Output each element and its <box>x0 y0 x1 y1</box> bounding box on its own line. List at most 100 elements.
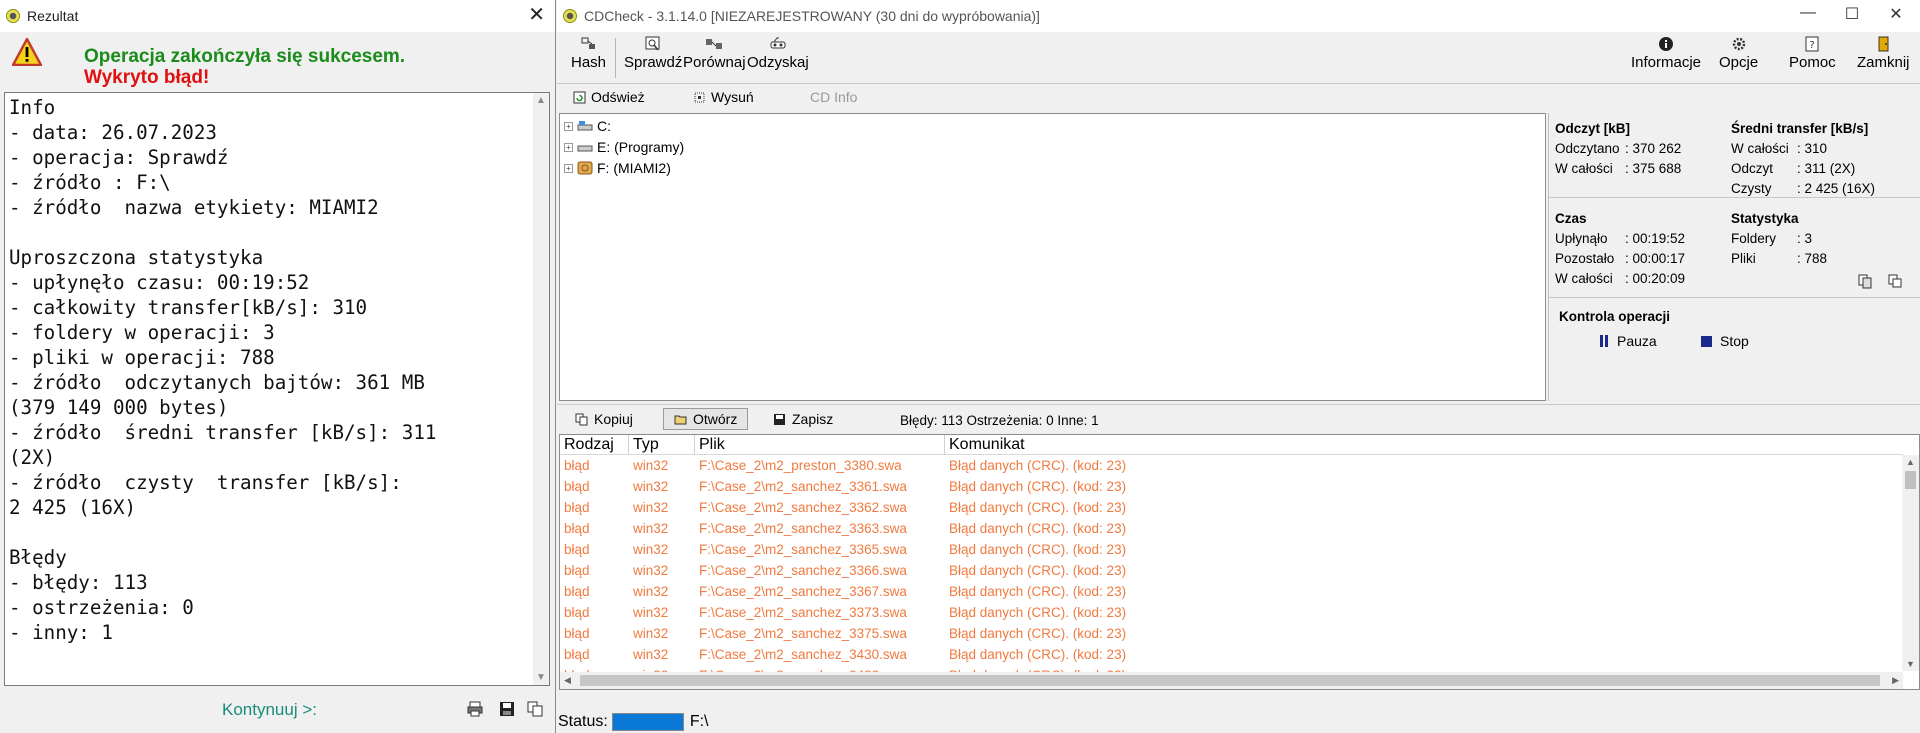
check-button[interactable]: Sprawdź <box>624 36 682 71</box>
cd-drive-icon <box>577 161 593 175</box>
table-row[interactable]: błąd win32 F:\Case_2\m2_sanchez_3365.swa Bł… <box>560 539 1903 560</box>
save-icon[interactable] <box>498 700 516 718</box>
report-scrollbar[interactable]: ▲ ▼ <box>533 93 549 685</box>
exit-door-icon <box>1878 36 1889 52</box>
scroll-down-icon[interactable]: ▼ <box>1906 659 1915 669</box>
scroll-thumb[interactable] <box>1905 471 1916 489</box>
info-button[interactable]: Informacje <box>1631 36 1701 71</box>
result-window: Rezultat ✕ Operacja zakończyła się sukce… <box>0 0 556 733</box>
log-cell-file: F:\Case_2\m2_sanchez_3365.swa <box>699 542 907 557</box>
table-row[interactable]: błąd win32 F:\Case_2\m2_preston_3380.swa Bł… <box>560 455 1903 476</box>
options-label: Opcje <box>1719 54 1759 71</box>
pause-label: Pauza <box>1617 333 1657 349</box>
recover-label: Odzyskaj <box>747 54 809 71</box>
table-row[interactable]: błąd win32 F:\Case_2\m2_sanchez_3430.swa Bł… <box>560 644 1903 665</box>
expand-icon[interactable]: + <box>564 121 573 131</box>
tree-item-label: E: (Programy) <box>597 139 685 155</box>
gear-icon <box>1732 37 1745 51</box>
table-row[interactable]: błąd win32 F:\Case_2\m2_sanchez_3367.swa Bł… <box>560 581 1903 602</box>
recover-button[interactable]: Odzyskaj <box>747 36 809 71</box>
stat-key: Czysty <box>1731 181 1772 196</box>
help-button[interactable]: ? Pomoc <box>1789 36 1836 71</box>
exit-button[interactable]: Zamknij <box>1857 36 1910 71</box>
help-label: Pomoc <box>1789 54 1836 71</box>
scroll-left-icon[interactable]: ◀ <box>564 675 571 686</box>
scroll-down-icon[interactable]: ▼ <box>536 672 546 683</box>
warning-icon <box>12 38 42 66</box>
log-horizontal-scrollbar[interactable]: ◀ ▶ <box>560 672 1903 689</box>
log-cell-type: błąd <box>564 542 590 557</box>
log-cell-message: Błąd danych (CRC). (kod: 23) <box>949 479 1127 494</box>
close-icon[interactable]: ✕ <box>528 4 545 26</box>
refresh-button[interactable]: Odśwież <box>573 89 645 105</box>
stats-panel: Odczyt [kB] Odczytano: 370 262 W całości… <box>1548 113 1920 401</box>
expand-icon[interactable]: + <box>564 142 573 152</box>
tree-item-drive-f[interactable]: + F: (MIAMI2) <box>564 160 671 176</box>
table-row[interactable]: błąd win32 F:\Case_2\m2_sanchez_3373.swa Bł… <box>560 602 1903 623</box>
copy-button[interactable]: Kopiuj <box>565 408 643 430</box>
options-button[interactable]: Opcje <box>1719 36 1758 71</box>
column-header-message[interactable]: Komunikat <box>945 435 1903 455</box>
log-cell-file: F:\Case_2\m2_sanchez_3366.swa <box>699 563 907 578</box>
table-row[interactable]: błąd win32 F:\Case_2\m2_sanchez_3362.swa Bł… <box>560 497 1903 518</box>
hash-button[interactable]: Hash <box>571 36 606 71</box>
open-button[interactable]: Otwórz <box>663 408 749 430</box>
pause-button[interactable]: Pauza <box>1599 333 1657 349</box>
scroll-up-icon[interactable]: ▲ <box>1906 457 1915 467</box>
drive-tree[interactable]: + C: + E: (Programy) + F: (MIAMI2) <box>559 113 1546 401</box>
result-report[interactable]: Info - data: 26.07.2023 - operacja: Spra… <box>4 92 550 686</box>
column-header-type[interactable]: Rodzaj <box>560 435 629 455</box>
log-cell-type: błąd <box>564 563 590 578</box>
info-label: Informacje <box>1631 54 1702 71</box>
tree-item-drive-e[interactable]: + E: (Programy) <box>564 139 684 155</box>
log-header: Rodzaj Typ Plik Komunikat <box>560 435 1903 455</box>
table-row[interactable]: błąd win32 F:\Case_2\m2_sanchez_3361.swa Bł… <box>560 476 1903 497</box>
stat-value: : 00:00:17 <box>1625 251 1686 266</box>
printer-icon[interactable] <box>466 700 484 718</box>
continue-button[interactable]: Kontynuuj >: <box>222 700 317 720</box>
log-cell-message: Błąd danych (CRC). (kod: 23) <box>949 584 1127 599</box>
stat-value: : 00:20:09 <box>1625 271 1686 286</box>
save-button[interactable]: Zapisz <box>763 408 843 430</box>
log-toolbar: Kopiuj Otwórz Zapisz Błędy: 113 Ostrzeże… <box>557 404 1920 432</box>
maximize-icon[interactable]: ☐ <box>1830 4 1874 24</box>
result-footer: Kontynuuj >: <box>0 690 556 733</box>
log-cell-kind: win32 <box>633 647 669 662</box>
stat-key: W całości <box>1555 161 1613 176</box>
copy-icon[interactable] <box>1887 273 1903 289</box>
copy-icon[interactable] <box>526 700 544 718</box>
table-row[interactable]: błąd win32 F:\Case_2\m2_sanchez_3375.swa Bł… <box>560 623 1903 644</box>
log-cell-kind: win32 <box>633 479 669 494</box>
table-row[interactable]: błąd win32 F:\Case_2\m2_sanchez_3363.swa Bł… <box>560 518 1903 539</box>
scroll-right-icon[interactable]: ▶ <box>1892 675 1899 686</box>
help-icon: ? <box>1805 36 1819 52</box>
folder-icon <box>674 415 687 424</box>
operation-control: Kontrola operacji <box>1559 307 1670 327</box>
expand-icon[interactable]: + <box>564 163 573 173</box>
scroll-thumb[interactable] <box>580 675 1880 686</box>
report-text: Info - data: 26.07.2023 - operacja: Spra… <box>9 96 437 644</box>
stat-key: Pliki <box>1731 251 1756 266</box>
close-icon[interactable]: ✕ <box>1874 4 1918 24</box>
log-cell-type: błąd <box>564 584 590 599</box>
stop-button[interactable]: Stop <box>1701 333 1749 349</box>
column-header-kind[interactable]: Typ <box>629 435 695 455</box>
time-stats: Czas Upłynąło: 00:19:52 Pozostało: 00:00… <box>1555 209 1725 289</box>
eject-button[interactable]: Wysuń <box>693 89 754 105</box>
log-cell-message: Błąd danych (CRC). (kod: 23) <box>949 521 1127 536</box>
stat-value: : 375 688 <box>1625 161 1682 176</box>
tree-item-drive-c[interactable]: + C: <box>564 118 611 134</box>
column-header-file[interactable]: Plik <box>695 435 945 455</box>
copy-stats-icon[interactable] <box>1857 273 1873 289</box>
cd-info-button[interactable]: CD Info <box>810 89 857 105</box>
log-table[interactable]: Rodzaj Typ Plik Komunikat błąd win32 F:\Ca… <box>559 434 1920 690</box>
log-cell-type: błąd <box>564 500 590 515</box>
status-bar: Status: F:\ <box>557 711 1920 733</box>
eject-label: Wysuń <box>711 89 754 105</box>
scroll-up-icon[interactable]: ▲ <box>536 95 546 106</box>
compare-button[interactable]: Porównaj <box>683 36 746 71</box>
minimize-icon[interactable]: — <box>1786 4 1830 22</box>
table-row[interactable]: błąd win32 F:\Case_2\m2_sanchez_3366.swa Bł… <box>560 560 1903 581</box>
refresh-label: Odśwież <box>591 89 645 105</box>
log-vertical-scrollbar[interactable]: ▲ ▼ <box>1902 455 1919 671</box>
